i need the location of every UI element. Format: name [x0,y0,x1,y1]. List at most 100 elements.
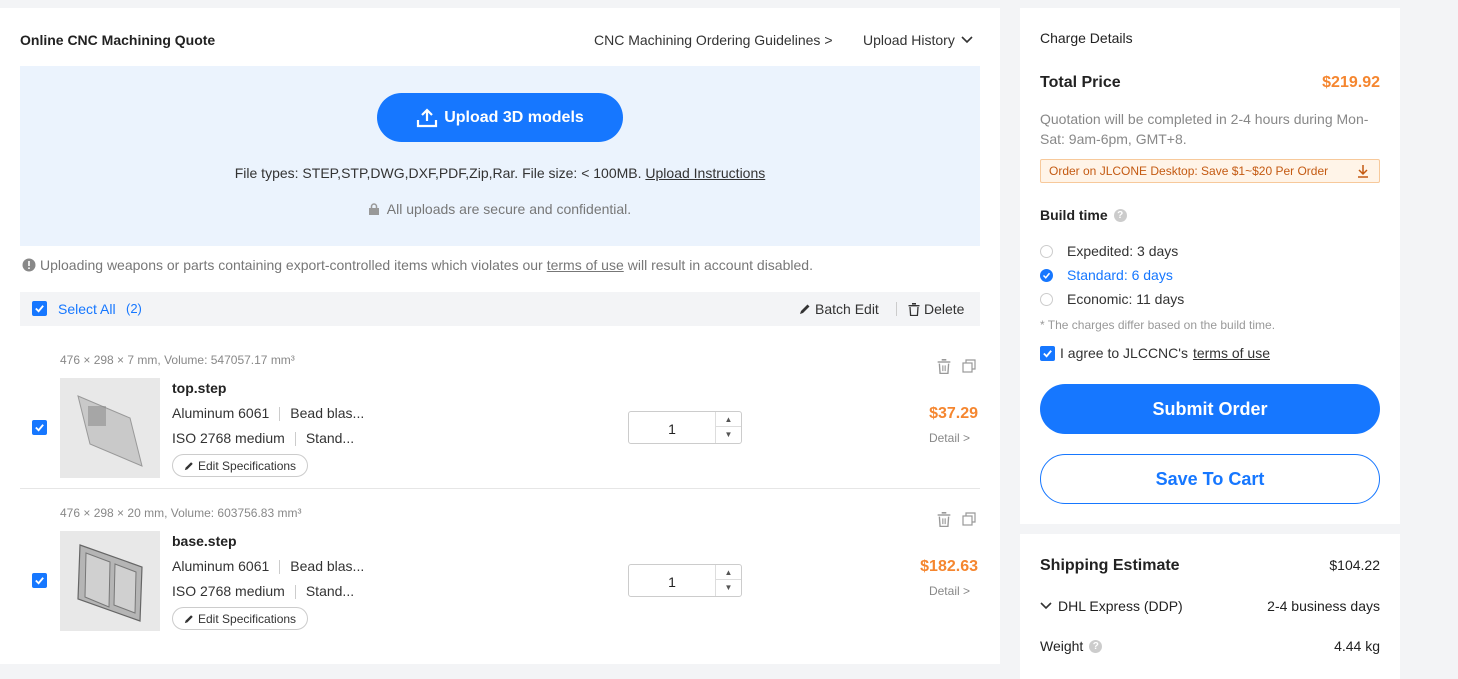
quantity-spinner: ▲ ▼ [715,412,741,443]
edit-specifications-label: Edit Specifications [198,458,297,473]
increment-button[interactable]: ▲ [716,565,741,580]
quantity-stepper[interactable]: 1 ▲ ▼ [628,411,742,444]
download-icon [1358,165,1368,178]
part-filename: top.step [172,380,227,396]
edit-specifications-button[interactable]: Edit Specifications [172,454,309,477]
quantity-value[interactable]: 1 [629,574,715,590]
part-filename: base.step [172,533,237,549]
part-spec-tolerance: ISO 2768 medium Stand... [172,430,354,446]
agree-checkbox[interactable] [1040,345,1055,361]
quantity-spinner: ▲ ▼ [715,565,741,596]
finish-text: Bead blas... [290,558,365,574]
delete-label: Delete [924,301,965,317]
material-text: Aluminum 6061 [172,405,270,421]
radio-button[interactable] [1040,292,1053,306]
delete-part-button[interactable] [937,359,951,379]
edit-specifications-label: Edit Specifications [198,611,297,626]
promo-text: Order on JLCONE Desktop: Save $1~$20 Per… [1049,164,1329,178]
secure-note: All uploads are secure and confidential. [20,201,980,217]
part-checkbox[interactable] [32,573,47,588]
thread-text: Stand... [305,430,355,446]
part-thumbnail[interactable] [60,531,160,631]
frame-model-icon [77,544,143,622]
build-option-label: Standard: 6 days [1067,267,1173,283]
weight-value: 4.44 kg [1334,638,1380,654]
copy-icon [962,512,976,526]
part-spec-material: Aluminum 6061 Bead blas... [172,405,364,421]
select-all-label[interactable]: Select All [58,301,116,317]
build-option-label: Expedited: 3 days [1067,243,1179,259]
selected-count: (2) [126,301,142,316]
decrement-button[interactable]: ▼ [716,580,741,595]
secure-note-text: All uploads are secure and confidential. [386,201,632,217]
part-dimensions: 476 × 298 × 20 mm, Volume: 603756.83 mm³ [60,506,302,520]
quantity-value[interactable]: 1 [629,421,715,437]
radio-button[interactable] [1040,244,1053,258]
build-time-label: Build time ? [1040,207,1127,223]
weight-label: Weight ? [1040,638,1103,654]
upload-3d-models-button[interactable]: Upload 3D models [377,93,623,142]
tolerance-text: ISO 2768 medium [172,430,285,446]
part-thumbnail[interactable] [60,378,160,478]
total-price-value: $219.92 [1322,74,1380,91]
increment-button[interactable]: ▲ [716,412,741,427]
file-types-text: File types: STEP,STP,DWG,DXF,PDF,Zip,Rar… [234,165,642,181]
agree-text: I agree to JLCCNC's [1060,345,1188,361]
guidelines-link[interactable]: CNC Machining Ordering Guidelines > [594,32,833,48]
lock-icon [368,203,379,215]
part-price: $182.63 [920,558,978,575]
upload-dropzone[interactable]: Upload 3D models File types: STEP,STP,DW… [20,66,980,246]
submit-order-button[interactable]: Submit Order [1040,384,1380,434]
radio-button-selected[interactable] [1040,268,1053,282]
price-detail-link[interactable]: Detail > [929,584,970,598]
pencil-icon [184,461,193,470]
build-time-note: * The charges differ based on the build … [1040,318,1276,332]
terms-of-use-link[interactable]: terms of use [1193,345,1270,361]
build-option-standard[interactable]: Standard: 6 days [1040,267,1173,283]
quantity-stepper[interactable]: 1 ▲ ▼ [628,564,742,597]
pencil-icon [800,304,810,314]
build-option-expedited[interactable]: Expedited: 3 days [1040,243,1178,259]
delete-button[interactable]: Delete [908,301,964,317]
help-icon[interactable]: ? [1113,208,1127,222]
price-detail-link[interactable]: Detail > [929,431,970,445]
warning-prefix: Uploading weapons or parts containing ex… [40,257,543,273]
duplicate-part-button[interactable] [962,359,976,378]
row-divider [20,488,980,489]
terms-of-use-link[interactable]: terms of use [547,257,624,273]
chevron-down-icon [961,36,973,44]
upload-history-dropdown[interactable]: Upload History [863,32,973,48]
charge-details-panel: Charge Details Total Price $219.92 Quota… [1020,8,1400,524]
batch-edit-button[interactable]: Batch Edit [799,301,879,317]
finish-text: Bead blas... [290,405,365,421]
part-checkbox[interactable] [32,420,47,435]
trash-icon [937,359,951,375]
batch-edit-label: Batch Edit [815,301,879,317]
select-all-checkbox[interactable] [32,301,47,316]
total-price-label: Total Price [1040,74,1121,91]
delete-part-button[interactable] [937,512,951,532]
save-to-cart-button[interactable]: Save To Cart [1040,454,1380,504]
upload-history-label: Upload History [863,32,955,48]
spec-divider [294,432,296,446]
part-spec-tolerance: ISO 2768 medium Stand... [172,583,354,599]
edit-specifications-button[interactable]: Edit Specifications [172,607,309,630]
spec-divider [279,560,281,574]
copy-icon [962,359,976,373]
duplicate-part-button[interactable] [962,512,976,531]
chevron-down-icon [1040,602,1052,610]
build-option-economic[interactable]: Economic: 11 days [1040,291,1184,307]
decrement-button[interactable]: ▼ [716,427,741,442]
build-time-text: Build time [1040,207,1108,223]
help-icon[interactable]: ? [1089,639,1103,653]
upload-instructions-link[interactable]: Upload Instructions [645,165,765,181]
check-icon [1043,349,1052,358]
page-title: Online CNC Machining Quote [20,32,216,48]
jlcone-promo-banner[interactable]: Order on JLCONE Desktop: Save $1~$20 Per… [1040,159,1380,183]
material-text: Aluminum 6061 [172,558,270,574]
upload-icon [417,107,438,127]
info-icon [22,258,36,272]
carrier-dropdown[interactable]: DHL Express (DDP) [1040,598,1183,614]
trash-icon [937,512,951,528]
charge-details-title: Charge Details [1040,30,1133,46]
